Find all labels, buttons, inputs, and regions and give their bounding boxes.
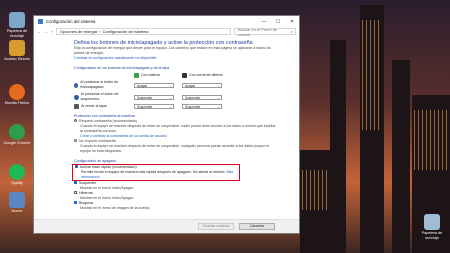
title-bar: Configuración del sistema — ☐ ✕ [34,16,299,27]
maximize-button[interactable]: ☐ [271,19,285,25]
buttons-section-title: Configuración de los botones de inicio/a… [74,66,170,70]
desktop-icon-shortcut[interactable]: Acceso Directo [2,40,32,62]
ac-column-header: Con corriente alterna [182,73,230,78]
intro-text: Elija la configuración de energía que de… [74,46,271,55]
lock-desc: Mostrar en el menú de imagen de la cuent… [80,206,151,210]
laptop-icon [74,104,79,109]
chrome-icon [9,124,25,140]
chevron-right-icon: › [99,29,101,34]
desktop-icon-spotify[interactable]: Spotify [2,164,32,186]
footer-bar: Guardar cambios Cancelar [34,219,299,233]
fast-startup-highlight: Activar inicio rápido (recomendado) Perm… [72,164,240,181]
recycle-bin-icon [424,214,440,230]
firefox-icon [9,84,25,100]
power-button-row-label: Al presionar el botón de inicio/apagado: [74,80,134,90]
recycle-bin-icon [9,12,25,28]
power-button-ac-select[interactable]: Apagar ⌄ [182,82,222,88]
sleep-button-ac-select[interactable]: Suspender ⌄ [182,94,222,100]
breadcrumb-item[interactable]: Configuración del sistema [102,29,148,34]
forward-icon[interactable]: → [44,29,48,34]
desktop-icon-recycle-bin-right[interactable]: Papelera de reciclaje [417,214,447,241]
folder-icon [9,40,25,56]
search-icon: ⌕ [290,29,293,34]
main-content: Defina los botones de inicio/apagado y a… [34,36,299,211]
window-title: Configuración del sistema [46,19,96,24]
breadcrumb-item[interactable]: Opciones de energía [60,29,97,34]
power-icon [74,82,79,88]
no-password-desc: Cuando el equipo se reactive después de … [80,144,270,153]
plug-icon [182,73,187,78]
checkbox-icon [74,201,77,204]
desktop-icon-new[interactable]: Nuevo [2,192,32,214]
close-button[interactable]: ✕ [285,19,299,25]
buttons-table: Con batería Con corriente alterna Al pre… [74,73,279,109]
battery-column-header: Con batería [134,73,182,78]
radio-icon [74,139,77,142]
search-placeholder: Buscar en el Panel de control [238,26,278,37]
battery-icon [134,73,139,78]
checkbox-icon [75,165,78,168]
system-settings-window: Configuración del sistema — ☐ ✕ ← → ↑ Op… [33,15,300,234]
fast-startup-desc: Permite iniciar el equipo de manera más … [81,170,226,174]
up-icon[interactable]: ↑ [51,29,53,34]
require-password-desc: Cuando el equipo se reactive después de … [80,124,276,133]
power-button-battery-select[interactable]: Apagar ⌄ [134,82,174,88]
control-panel-icon [38,19,43,24]
change-settings-link[interactable]: Cambiar la configuración actualmente no … [74,56,279,61]
save-button[interactable]: Guardar cambios [198,223,234,230]
breadcrumb[interactable]: Opciones de energía › Configuración del … [56,28,231,35]
address-bar: ← → ↑ Opciones de energía › Configuració… [34,26,299,37]
radio-icon [74,119,77,122]
checkbox-icon [74,181,77,184]
lid-battery-select[interactable]: Suspender ⌄ [134,104,174,109]
lid-row-label: Al cerrar la tapa: [74,104,134,109]
file-icon [9,192,25,208]
sleep-button-battery-select[interactable]: Suspender ⌄ [134,94,174,100]
spotify-icon [9,164,25,180]
sleep-icon [74,94,79,100]
search-input[interactable]: Buscar en el Panel de control ⌕ [234,26,296,37]
lid-ac-select[interactable]: Suspender ⌄ [182,104,222,109]
desktop-icon-firefox[interactable]: Mozilla Firefox [2,84,32,106]
desktop-icon-recycle-bin[interactable]: Papelera de reciclaje [2,12,32,39]
cancel-button[interactable]: Cancelar [239,223,275,230]
sleep-button-row-label: Al presionar el botón de suspensión: [74,92,134,102]
minimize-button[interactable]: — [257,19,271,25]
back-icon[interactable]: ← [37,29,41,34]
desktop-icon-chrome[interactable]: Google Chrome [2,124,32,146]
checkbox-icon [74,191,77,194]
